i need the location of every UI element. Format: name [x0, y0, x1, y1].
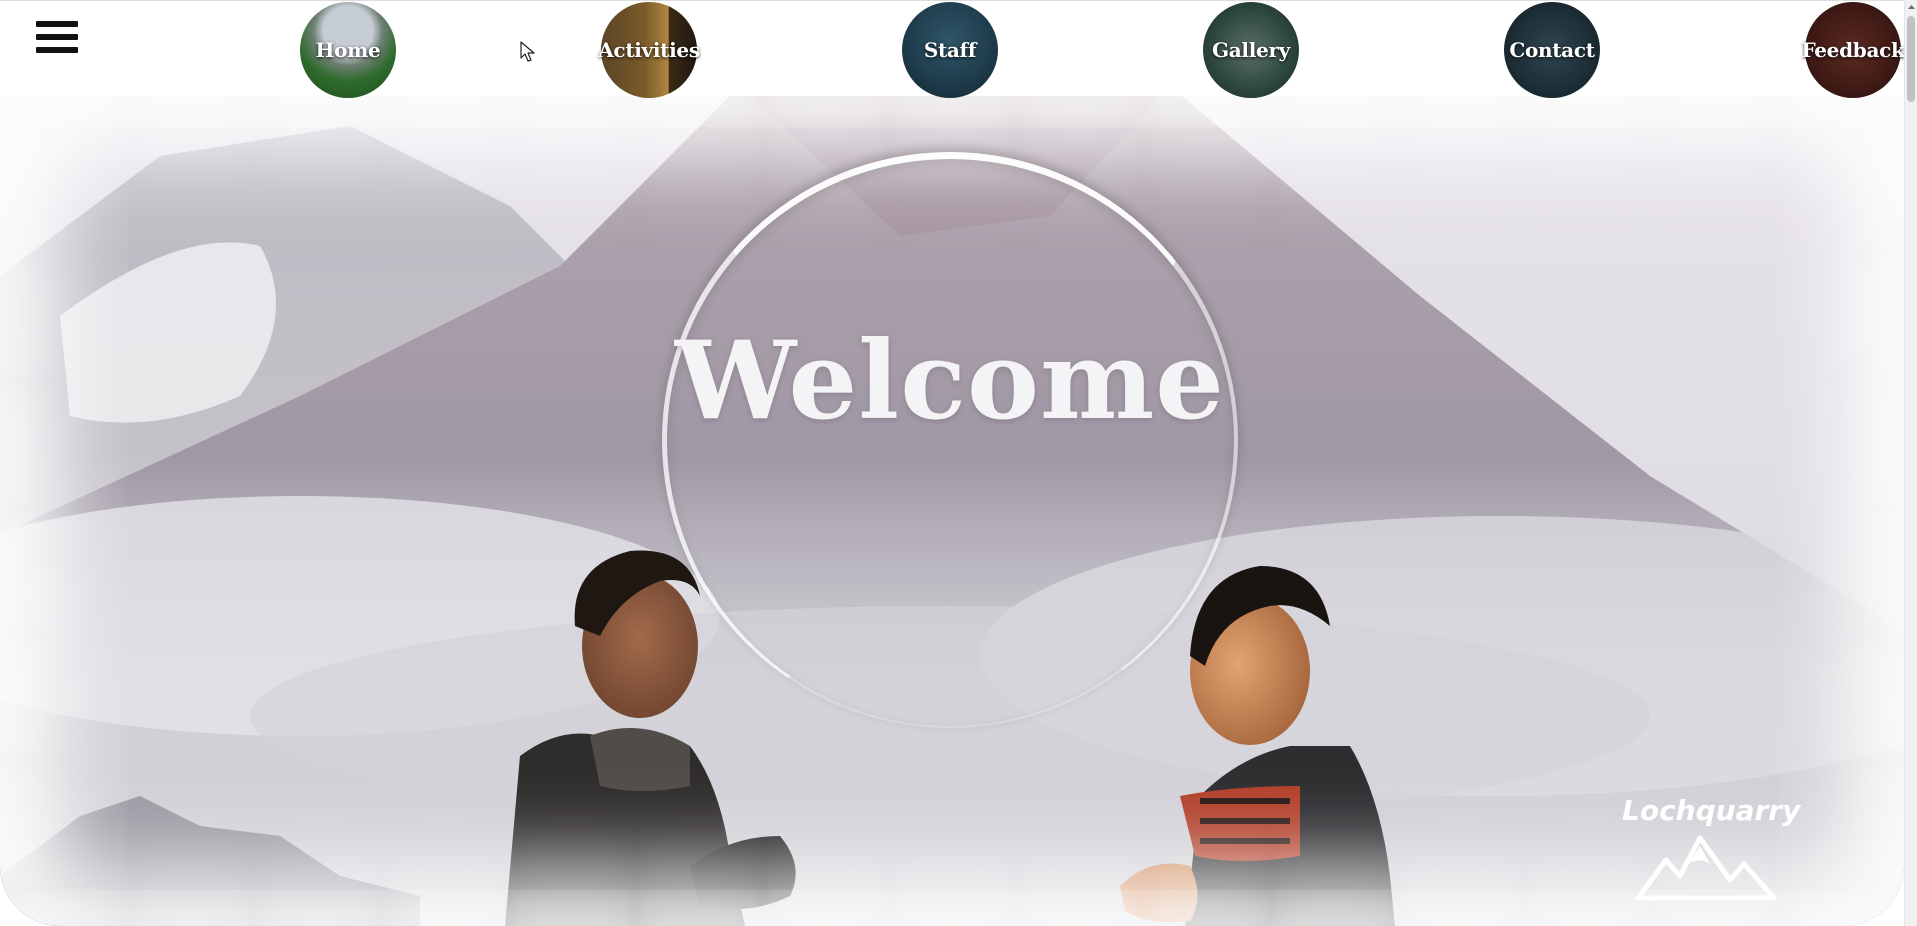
nav-activities-label: Activities [598, 38, 700, 62]
vertical-scrollbar[interactable] [1904, 0, 1917, 926]
welcome-title: Welcome [674, 318, 1225, 444]
hero-section: Welcome [0, 96, 1904, 926]
scrollbar-thumb[interactable] [1907, 16, 1915, 102]
nav-gallery-label: Gallery [1211, 38, 1291, 62]
scroll-up-arrow-icon[interactable] [1905, 0, 1917, 14]
nav-contact-label: Contact [1509, 38, 1595, 62]
nav-staff-label: Staff [923, 38, 977, 62]
nav-activities[interactable]: Activities [598, 2, 700, 98]
nav-feedback-label: Feedback [1801, 38, 1905, 62]
logo-text: Lochquarry [1622, 794, 1801, 827]
nav-gallery[interactable]: Gallery [1203, 2, 1299, 98]
nav-contact[interactable]: Contact [1504, 2, 1600, 98]
mouse-cursor-icon [520, 41, 535, 62]
mountain-logo-icon[interactable] [1618, 834, 1788, 926]
page: Welcome Lochquarry Home Activities Staff… [0, 0, 1917, 926]
nav-staff[interactable]: Staff [902, 2, 998, 98]
top-navigation: Home Activities Staff Gallery Contact Fe… [0, 0, 1905, 98]
nav-home[interactable]: Home [300, 2, 396, 98]
hamburger-menu-icon[interactable] [36, 21, 78, 61]
nav-feedback[interactable]: Feedback [1801, 2, 1905, 98]
nav-home-label: Home [315, 38, 381, 62]
